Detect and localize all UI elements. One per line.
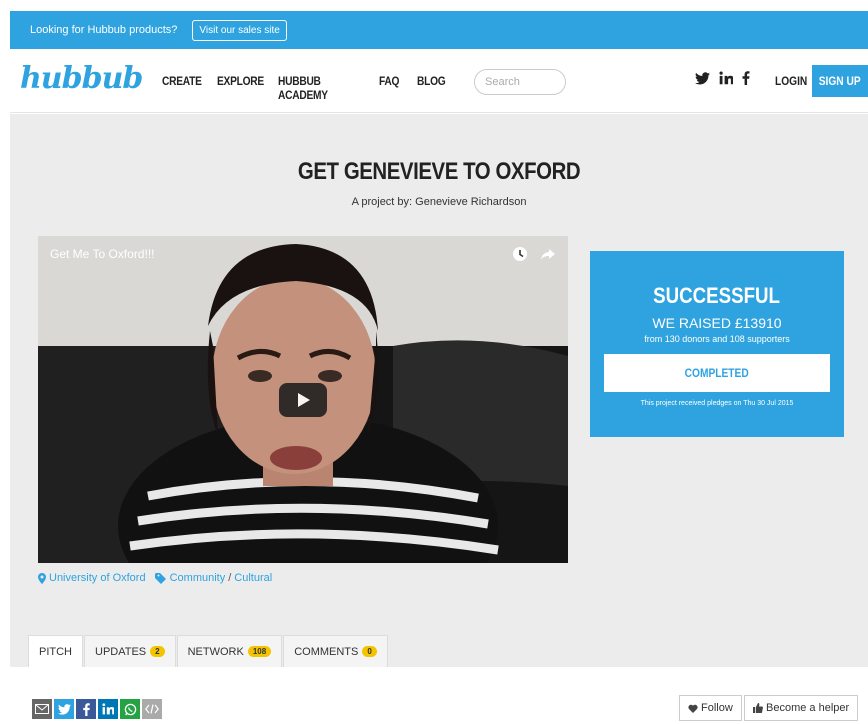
nav-faq[interactable]: FAQ: [379, 74, 411, 102]
tab-pitch-label: PITCH: [39, 645, 72, 658]
video-player[interactable]: Get Me To Oxford!!!: [38, 236, 568, 563]
search-input[interactable]: [474, 69, 566, 95]
tab-pitch[interactable]: PITCH: [28, 635, 83, 667]
visit-sales-site-button[interactable]: Visit our sales site: [192, 19, 287, 41]
location-link[interactable]: University of Oxford: [49, 572, 146, 584]
comments-count-badge: 0: [362, 646, 377, 657]
donor-summary: from 130 donors and 108 supporters: [644, 334, 790, 344]
heart-icon: [688, 704, 698, 713]
subcategory-link[interactable]: Cultural: [234, 572, 272, 584]
hubbub-logo[interactable]: hubbub: [20, 61, 143, 96]
facebook-icon: [82, 702, 90, 716]
network-count-badge: 108: [247, 646, 272, 657]
project-byline: A project by: Genevieve Richardson: [351, 196, 527, 208]
follow-label: Follow: [701, 702, 733, 714]
share-icon[interactable]: [540, 246, 556, 262]
category-link[interactable]: Community: [170, 572, 226, 584]
nav-hubbub-academy[interactable]: HUBBUB ACADEMY: [278, 74, 364, 102]
follow-button[interactable]: Follow: [679, 695, 742, 721]
login-link[interactable]: LOGIN: [775, 74, 807, 88]
tag-separator: /: [228, 572, 232, 584]
tab-network-label: NETWORK: [187, 645, 244, 658]
promo-bar: Looking for Hubbub products? Visit our s…: [10, 11, 868, 49]
code-icon: [145, 704, 159, 714]
funding-status-box: SUCCESSFUL WE RAISED £13910 from 130 don…: [590, 251, 844, 437]
tab-updates[interactable]: UPDATES 2: [84, 635, 176, 667]
twitter-icon: [57, 703, 71, 715]
play-button[interactable]: [279, 383, 327, 417]
tab-network[interactable]: NETWORK 108: [176, 635, 283, 667]
project-tags: University of Oxford Community / Cultura…: [38, 572, 272, 584]
embed-share-button[interactable]: [142, 699, 162, 719]
tag-icon: [154, 572, 166, 584]
watch-later-icon[interactable]: [512, 246, 528, 262]
linkedin-share-button[interactable]: [98, 699, 118, 719]
linkedin-icon: [102, 703, 114, 715]
become-helper-button[interactable]: Become a helper: [744, 695, 859, 721]
nav-explore[interactable]: EXPLORE: [217, 74, 269, 102]
completed-label: COMPLETED: [684, 366, 750, 380]
project-title: GET GENEVIEVE TO OXFORD: [297, 158, 581, 185]
tab-comments-label: COMMENTS: [294, 645, 359, 658]
updates-count-badge: 2: [150, 646, 165, 657]
completed-button[interactable]: COMPLETED: [604, 354, 830, 392]
thumbs-up-icon: [753, 703, 763, 713]
twitter-share-button[interactable]: [54, 699, 74, 719]
helper-label: Become a helper: [766, 702, 850, 714]
amount-raised: WE RAISED £13910: [652, 315, 782, 331]
social-links: [695, 71, 750, 85]
project-main: GET GENEVIEVE TO OXFORD A project by: Ge…: [10, 114, 868, 667]
video-controls: [512, 246, 556, 262]
email-icon: [35, 704, 49, 714]
twitter-icon[interactable]: [695, 71, 710, 85]
main-nav: CREATE EXPLORE HUBBUB ACADEMY FAQ BLOG: [162, 74, 457, 102]
site-header: hubbub CREATE EXPLORE HUBBUB ACADEMY FAQ…: [10, 49, 868, 113]
map-marker-icon: [38, 572, 46, 584]
whatsapp-share-button[interactable]: [120, 699, 140, 719]
facebook-share-button[interactable]: [76, 699, 96, 719]
tab-comments[interactable]: COMMENTS 0: [283, 635, 388, 667]
status-title-text: SUCCESSFUL: [653, 283, 781, 308]
whatsapp-icon: [124, 703, 136, 715]
project-tabs: PITCH UPDATES 2 NETWORK 108 COMMENTS 0: [28, 635, 388, 667]
signup-label: SIGN UP: [819, 74, 861, 88]
video-title: Get Me To Oxford!!!: [50, 247, 155, 261]
nav-blog[interactable]: BLOG: [417, 74, 451, 102]
nav-create[interactable]: CREATE: [162, 74, 209, 102]
status-title: SUCCESSFUL: [590, 283, 844, 309]
email-share-button[interactable]: [32, 699, 52, 719]
linkedin-icon[interactable]: [719, 71, 733, 85]
share-buttons: [32, 699, 162, 719]
tab-updates-label: UPDATES: [95, 645, 147, 658]
facebook-icon[interactable]: [742, 71, 750, 85]
page-title: GET GENEVIEVE TO OXFORD: [10, 158, 868, 186]
signup-button[interactable]: SIGN UP: [812, 65, 868, 97]
pledge-date-note: This project received pledges on Thu 30 …: [640, 400, 794, 407]
promo-text: Looking for Hubbub products?: [30, 24, 178, 36]
